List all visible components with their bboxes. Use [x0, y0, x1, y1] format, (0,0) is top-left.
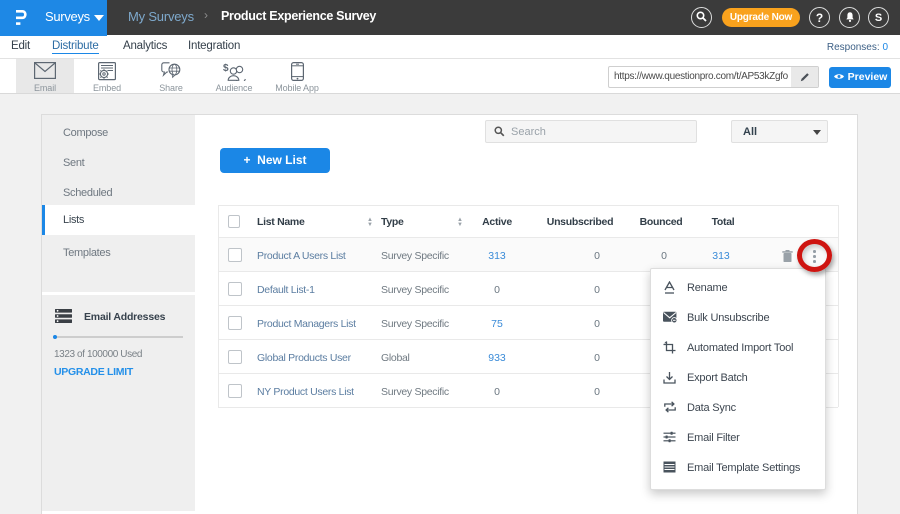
svg-text:$: $	[223, 63, 229, 74]
